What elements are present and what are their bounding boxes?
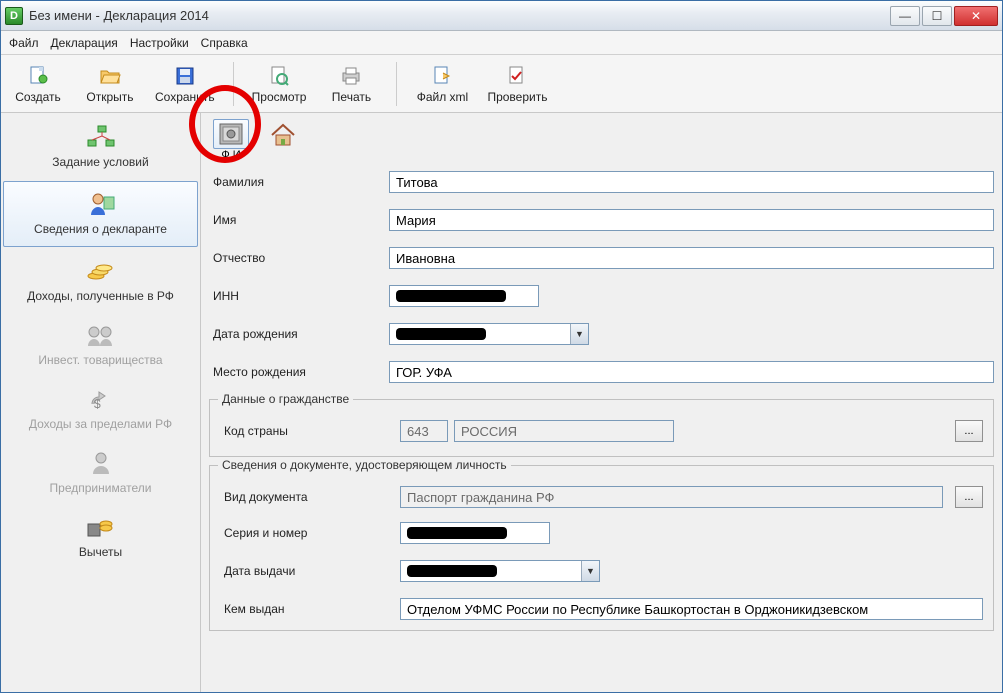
country-browse-button[interactable]: ... bbox=[955, 420, 983, 442]
toolbar-xml[interactable]: Файл xml bbox=[415, 64, 469, 104]
toolbar-open[interactable]: Открыть bbox=[83, 64, 137, 104]
nav-deductions[interactable]: Вычеты bbox=[1, 505, 200, 569]
invest-icon bbox=[84, 321, 118, 349]
nav-entrepreneur[interactable]: Предприниматели bbox=[1, 441, 200, 505]
doctype-input bbox=[400, 486, 943, 508]
redacted-value bbox=[407, 565, 497, 577]
nav-label: Доходы за пределами РФ bbox=[29, 417, 172, 431]
nav-label: Сведения о декларанте bbox=[34, 222, 167, 236]
toolbar-separator bbox=[396, 62, 397, 106]
dropdown-icon[interactable]: ▼ bbox=[581, 561, 599, 581]
country-code-input bbox=[400, 420, 448, 442]
open-folder-icon bbox=[98, 64, 122, 88]
toolbar-check-label: Проверить bbox=[487, 90, 547, 104]
country-name-input bbox=[454, 420, 674, 442]
firstname-label: Имя bbox=[209, 213, 389, 227]
content-area: Ф.И Фамилия Имя Отчество bbox=[201, 113, 1002, 692]
toolbar-separator bbox=[233, 62, 234, 106]
lastname-input[interactable] bbox=[389, 171, 994, 193]
menu-file[interactable]: Файл bbox=[9, 36, 39, 50]
nav-label: Задание условий bbox=[52, 155, 148, 169]
toolbar-xml-label: Файл xml bbox=[417, 90, 469, 104]
toolbar-create[interactable]: Создать bbox=[11, 64, 65, 104]
nav-label: Вычеты bbox=[79, 545, 122, 559]
home-icon bbox=[265, 119, 301, 149]
toolbar-preview[interactable]: Просмотр bbox=[252, 64, 307, 104]
close-button[interactable]: ✕ bbox=[954, 6, 998, 26]
toolbar-preview-label: Просмотр bbox=[252, 90, 307, 104]
citizenship-group: Данные о гражданстве Код страны ... bbox=[209, 399, 994, 457]
svg-text:$: $ bbox=[94, 397, 101, 411]
redacted-value bbox=[396, 328, 486, 340]
nav-income-rf[interactable]: Доходы, полученные в РФ bbox=[1, 249, 200, 313]
preview-icon bbox=[267, 64, 291, 88]
document-legend: Сведения о документе, удостоверяющем лич… bbox=[218, 458, 511, 472]
toolbar-print[interactable]: Печать bbox=[324, 64, 378, 104]
toolbar: Создать Открыть Сохранить Просмотр Печа bbox=[1, 55, 1002, 113]
toolbar-save[interactable]: Сохранить bbox=[155, 64, 215, 104]
toolbar-check[interactable]: Проверить bbox=[487, 64, 547, 104]
nav-label: Доходы, полученные в РФ bbox=[27, 289, 174, 303]
redacted-value bbox=[407, 527, 507, 539]
birthplace-input[interactable] bbox=[389, 361, 994, 383]
menu-help[interactable]: Справка bbox=[201, 36, 248, 50]
window-title: Без имени - Декларация 2014 bbox=[29, 8, 890, 23]
nav-label: Предприниматели bbox=[50, 481, 152, 495]
citizenship-legend: Данные о гражданстве bbox=[218, 392, 353, 406]
conditions-icon bbox=[84, 123, 118, 151]
series-input[interactable] bbox=[400, 522, 550, 544]
toolbar-create-label: Создать bbox=[15, 90, 61, 104]
dob-combo[interactable]: ▼ bbox=[389, 323, 589, 345]
tab-home[interactable] bbox=[261, 119, 305, 149]
patronymic-input[interactable] bbox=[389, 247, 994, 269]
dropdown-icon[interactable]: ▼ bbox=[570, 324, 588, 344]
patronymic-label: Отчество bbox=[209, 251, 389, 265]
nav-declarant[interactable]: Сведения о декларанте bbox=[3, 181, 198, 247]
series-label: Серия и номер bbox=[220, 526, 400, 540]
maximize-button[interactable]: ☐ bbox=[922, 6, 952, 26]
app-icon: D bbox=[5, 7, 23, 25]
menu-settings[interactable]: Настройки bbox=[130, 36, 189, 50]
nav-invest[interactable]: Инвест. товарищества bbox=[1, 313, 200, 377]
firstname-input[interactable] bbox=[389, 209, 994, 231]
issued-date-label: Дата выдачи bbox=[220, 564, 400, 578]
nav-income-abroad[interactable]: $ Доходы за пределами РФ bbox=[1, 377, 200, 441]
birthplace-label: Место рождения bbox=[209, 365, 389, 379]
new-file-icon bbox=[26, 64, 50, 88]
tab-fio[interactable]: Ф.И bbox=[209, 119, 253, 161]
dob-label: Дата рождения bbox=[209, 327, 389, 341]
doctype-browse-button[interactable]: ... bbox=[955, 486, 983, 508]
xml-file-icon bbox=[430, 64, 454, 88]
document-group: Сведения о документе, удостоверяющем лич… bbox=[209, 465, 994, 631]
menu-declaration[interactable]: Декларация bbox=[51, 36, 118, 50]
inn-input[interactable] bbox=[389, 285, 539, 307]
nav-conditions[interactable]: Задание условий bbox=[1, 115, 200, 179]
lastname-label: Фамилия bbox=[209, 175, 389, 189]
toolbar-print-label: Печать bbox=[332, 90, 371, 104]
income-abroad-icon: $ bbox=[84, 385, 118, 413]
nav-label: Инвест. товарищества bbox=[38, 353, 162, 367]
safe-icon bbox=[213, 119, 249, 149]
minimize-button[interactable]: — bbox=[890, 6, 920, 26]
income-rf-icon bbox=[84, 257, 118, 285]
check-icon bbox=[505, 64, 529, 88]
inn-label: ИНН bbox=[209, 289, 389, 303]
titlebar: D Без имени - Декларация 2014 — ☐ ✕ bbox=[1, 1, 1002, 31]
toolbar-open-label: Открыть bbox=[86, 90, 133, 104]
menubar: Файл Декларация Настройки Справка bbox=[1, 31, 1002, 55]
deductions-icon bbox=[84, 513, 118, 541]
doctype-label: Вид документа bbox=[220, 490, 400, 504]
issued-by-input[interactable] bbox=[400, 598, 983, 620]
toolbar-save-label: Сохранить bbox=[155, 90, 215, 104]
redacted-value bbox=[396, 290, 506, 302]
declarant-icon bbox=[84, 190, 118, 218]
sidebar: Задание условий Сведения о декларанте До… bbox=[1, 113, 201, 692]
issued-date-combo[interactable]: ▼ bbox=[400, 560, 600, 582]
print-icon bbox=[339, 64, 363, 88]
country-code-label: Код страны bbox=[220, 424, 400, 438]
issued-by-label: Кем выдан bbox=[220, 602, 400, 616]
save-floppy-icon bbox=[173, 64, 197, 88]
tab-label: Ф.И bbox=[221, 149, 240, 161]
entrepreneur-icon bbox=[84, 449, 118, 477]
